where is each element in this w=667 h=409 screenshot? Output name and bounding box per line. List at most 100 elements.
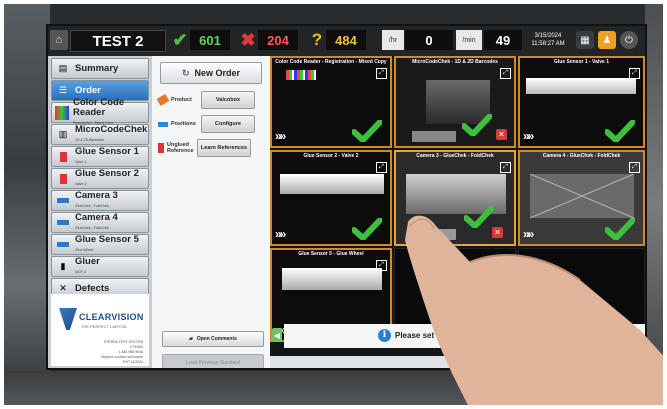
camera-icon — [55, 194, 71, 208]
camera-tile-camera-4[interactable]: Camera 4 - GlueChek - FoldChek ⤢ »» — [518, 150, 645, 246]
expand-icon[interactable]: ⤢ — [629, 162, 640, 173]
status-text: Please set product standard — [395, 330, 503, 340]
rate-min-unit: /min — [456, 30, 482, 50]
order-icon: ☰ — [58, 85, 68, 95]
unglued-icon — [158, 143, 164, 153]
rate-hr-unit: /hr — [382, 30, 404, 50]
camera-title: Camera 3 - GlueChek - FoldChek — [416, 153, 494, 159]
fail-count: 204 — [258, 30, 298, 50]
reject-icon[interactable]: ✕ — [496, 129, 507, 140]
pass-check-icon — [605, 218, 635, 240]
gluer-icon: ▮ — [60, 261, 66, 271]
sidebar-item-microcodechek[interactable]: ▥ MicroCodeChek 1D & 2D Barcodes — [51, 124, 149, 145]
sidebar-item-label: Gluer — [75, 255, 100, 267]
camera-tile-glue-sensor-1[interactable]: Glue Sensor 1 - Valve 1 ⤢ »» — [518, 56, 645, 148]
camera-tile-glue-sensor-2[interactable]: Glue Sensor 2 - Valve 2 ⤢ »» — [270, 150, 392, 246]
sidebar-item-sub: Valve 1 — [75, 159, 87, 164]
open-comments-button[interactable]: ▰ Open Comments — [162, 331, 264, 347]
datetime: 3/15/2024 11:58:27 AM — [526, 30, 570, 50]
load-previous-label: Load Previous Standard — [186, 360, 240, 366]
product-row: Product Valcobox — [156, 90, 255, 110]
sidebar-item-sub: GlueChek - FoldChek — [75, 203, 109, 208]
sidebar-item-glue-sensor-1[interactable]: Glue Sensor 1 Valve 1 — [51, 146, 149, 167]
camera-tile-color-code-reader[interactable]: Color Code Reader - Registration - Mixed… — [270, 56, 392, 148]
expand-icon[interactable]: ⤢ — [629, 68, 640, 79]
sidebar-item-summary[interactable]: ▤ Summary — [51, 58, 149, 79]
camera-title: Color Code Reader - Registration - Mixed… — [275, 59, 387, 65]
sidebar-item-label: Glue Sensor 1 — [75, 145, 139, 157]
system-info: STERNA TEST SYSTEM CT3/664 1-844 986 994… — [101, 340, 143, 365]
status-message: i Please set product standard — [378, 326, 502, 344]
user-icon[interactable]: ♟ — [598, 31, 616, 49]
collapse-arrow-icon[interactable]: ◀ — [272, 328, 282, 342]
summary-icon: ▤ — [58, 63, 68, 73]
top-bar: ⌂ TEST 2 ✔ 601 ✖ 204 ? 484 /hr 0 /min 49… — [48, 26, 645, 56]
chevrons-icon[interactable]: »» — [523, 129, 534, 143]
chevrons-icon[interactable]: »» — [275, 227, 286, 241]
unglued-label: Unglued Reference — [167, 142, 194, 154]
expand-icon[interactable]: ⤢ — [500, 68, 511, 79]
color-code-icon — [55, 105, 69, 120]
camera-tile-microcodechek[interactable]: MicroCodeChek - 1D & 2D Barcodes ⤢ ✕ — [394, 56, 516, 148]
positions-row: Positions Configure — [158, 114, 255, 134]
sidebar-item-gluer[interactable]: ▮ Gluer MCP-4 — [51, 256, 149, 277]
expand-icon[interactable]: ⤢ — [376, 68, 387, 79]
camera-title: Camera 4 - GlueChek - FoldChek — [542, 153, 621, 159]
chevrons-icon[interactable]: »» — [275, 129, 286, 143]
camera-icon — [55, 216, 71, 230]
product-button[interactable]: Valcobox — [201, 91, 255, 109]
logo-tagline: THE PERFECT CARTON — [81, 324, 127, 329]
pass-check-icon — [605, 120, 635, 142]
camera-title: Glue Sensor 5 - Glue Wheel — [298, 251, 364, 257]
sidebar-item-glue-sensor-2[interactable]: Glue Sensor 2 Valve 2 — [51, 168, 149, 189]
pass-check-icon — [352, 218, 382, 240]
sidebar-item-sub: MCP-4 — [75, 269, 86, 274]
glue-sensor-icon — [55, 150, 71, 164]
learn-references-button[interactable]: Learn References — [197, 139, 251, 157]
expand-icon[interactable]: ⤢ — [500, 162, 511, 173]
question-icon: ? — [311, 30, 323, 49]
chevrons-icon[interactable]: »» — [523, 227, 534, 241]
sidebar-item-label: Color Code Reader — [72, 96, 125, 118]
camera-tile-camera-3[interactable]: Camera 3 - GlueChek - FoldChek ⤢ ✕ — [394, 150, 516, 246]
camera-title: Glue Sensor 1 - Valve 1 — [553, 59, 610, 65]
sidebar-item-label: Order — [75, 84, 101, 96]
rate-hr-value: 0 — [405, 30, 453, 50]
home-icon[interactable]: ⌂ — [50, 30, 68, 50]
load-previous-standard-button[interactable]: Load Previous Standard — [162, 354, 264, 368]
check-icon: ✔ — [172, 29, 188, 50]
sidebar-item-glue-sensor-5[interactable]: Glue Sensor 5 Glue Wheel — [51, 234, 149, 255]
product-label: Product — [171, 97, 192, 103]
sidebar-item-camera-3[interactable]: Camera 3 GlueChek - FoldChek — [51, 190, 149, 211]
background-bottom — [4, 371, 663, 405]
sidebar-item-label: Camera 4 — [75, 211, 118, 223]
image-tools[interactable] — [412, 131, 456, 142]
sidebar-item-label: Camera 3 — [75, 189, 118, 201]
windows-icon[interactable]: ▦ — [576, 31, 594, 49]
pass-check-icon — [464, 206, 494, 228]
app-screen: ⌂ TEST 2 ✔ 601 ✖ 204 ? 484 /hr 0 /min 49… — [46, 24, 647, 370]
background-left — [4, 4, 50, 405]
camera-grid: Color Code Reader - Registration - Mixed… — [270, 56, 645, 356]
configure-button[interactable]: Configure — [201, 115, 255, 133]
sidebar-item-label: MicroCodeChek — [75, 123, 148, 135]
job-title: TEST 2 — [70, 30, 166, 52]
new-order-label: New Order — [194, 68, 241, 78]
image-tools[interactable] — [408, 229, 456, 240]
glue-sensor-icon — [55, 238, 71, 252]
glue-wheel-image — [282, 268, 382, 290]
x-icon: ✖ — [240, 29, 256, 50]
inspection-overlay — [530, 174, 634, 218]
sidebar: ▤ Summary ☰ Order Color Code Reader Regis… — [48, 56, 152, 368]
reject-icon[interactable]: ✕ — [492, 227, 503, 238]
comments-icon: ▰ — [189, 336, 193, 342]
expand-icon[interactable]: ⤢ — [376, 162, 387, 173]
new-order-button[interactable]: ↻ New Order — [160, 62, 262, 84]
sidebar-item-label: Summary — [75, 62, 119, 74]
sidebar-item-color-code-reader[interactable]: Color Code Reader Registration - Mixed Co… — [51, 97, 149, 125]
camera-title: MicroCodeChek - 1D & 2D Barcodes — [412, 59, 498, 65]
sidebar-item-camera-4[interactable]: Camera 4 GlueChek - FoldChek — [51, 212, 149, 233]
power-icon[interactable]: ⏻ — [620, 31, 638, 49]
expand-icon[interactable]: ⤢ — [376, 260, 387, 271]
clearvision-logo: CLEARVISION THE PERFECT CARTON STERNA TE… — [51, 294, 149, 366]
